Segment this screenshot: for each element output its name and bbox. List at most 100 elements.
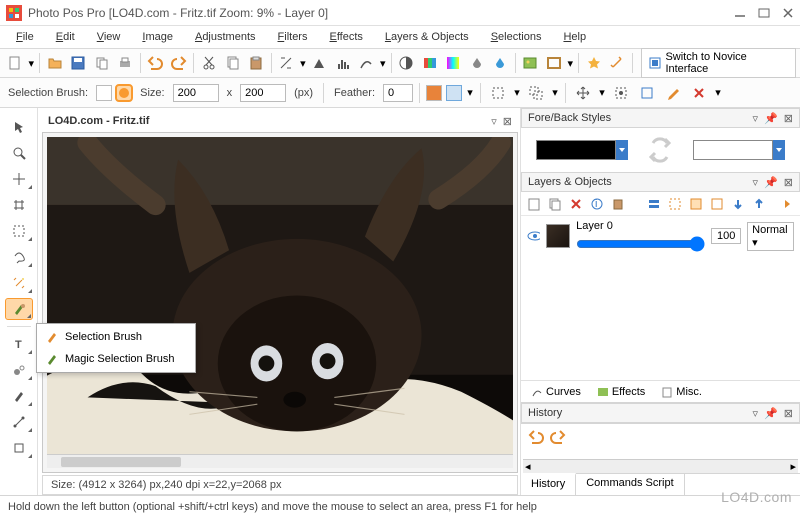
print-button[interactable] <box>114 52 135 74</box>
minimize-button[interactable] <box>734 8 746 18</box>
feather-input[interactable] <box>383 84 413 102</box>
tool-move[interactable] <box>5 168 33 190</box>
cut-button[interactable] <box>198 52 219 74</box>
frames-dropdown[interactable]: ▾ <box>566 57 574 70</box>
layer-delete-button[interactable] <box>567 195 585 213</box>
levels-button[interactable] <box>309 52 330 74</box>
foreback-collapse-icon[interactable]: ▿ <box>753 112 759 125</box>
tool-crop[interactable] <box>5 194 33 216</box>
new-dropdown[interactable]: ▾ <box>27 57 35 70</box>
layer-up-button[interactable] <box>750 195 768 213</box>
adjust-dropdown[interactable]: ▾ <box>299 57 307 70</box>
foreback-pin-icon[interactable]: 📌 <box>764 112 778 125</box>
subtab-misc[interactable]: Misc. <box>657 384 706 400</box>
new-button[interactable] <box>4 52 25 74</box>
layers-close-icon[interactable]: ⊠ <box>784 176 793 189</box>
save-button[interactable] <box>68 52 89 74</box>
mode-dropdown[interactable]: ▾ <box>466 86 474 99</box>
adjust-button[interactable] <box>276 52 297 74</box>
subtab-effects[interactable]: Effects <box>593 384 649 400</box>
layer-group2-button[interactable] <box>687 195 705 213</box>
menu-image[interactable]: Image <box>132 29 183 45</box>
layers-pin-icon[interactable]: 📌 <box>764 176 778 189</box>
layer-paste-button[interactable] <box>609 195 627 213</box>
subtab-curves[interactable]: Curves <box>527 384 585 400</box>
history-close-icon[interactable]: ⊠ <box>784 407 793 420</box>
redo-button[interactable] <box>168 52 189 74</box>
layer-props-button[interactable]: i <box>588 195 606 213</box>
brush-shape-circle[interactable] <box>116 85 132 101</box>
size-width-input[interactable] <box>173 84 219 102</box>
history-tab-history[interactable]: History <box>521 473 576 495</box>
doc-close-icon[interactable]: ⊠ <box>503 115 512 128</box>
menu-edit[interactable]: Edit <box>46 29 85 45</box>
tool-pointer[interactable] <box>5 116 33 138</box>
open-button[interactable] <box>44 52 65 74</box>
background-dropdown[interactable] <box>773 140 785 160</box>
curves-button[interactable] <box>356 52 377 74</box>
document-tab-label[interactable]: LO4D.com - Fritz.tif <box>42 113 155 129</box>
tool-marquee[interactable] <box>5 220 33 242</box>
sel-sub-dropdown[interactable]: ▾ <box>551 86 559 99</box>
layers-collapse-icon[interactable]: ▿ <box>753 176 759 189</box>
sel-delete-dropdown[interactable]: ▾ <box>714 86 722 99</box>
tool-zoom[interactable] <box>5 142 33 164</box>
maximize-button[interactable] <box>758 8 770 18</box>
tool-selection-brush[interactable] <box>5 298 33 320</box>
sel-crop-button[interactable] <box>636 82 658 104</box>
layer-down-button[interactable] <box>729 195 747 213</box>
picture-button[interactable] <box>520 52 541 74</box>
flyout-magic-selection-brush[interactable]: Magic Selection Brush <box>37 348 195 370</box>
frames-button[interactable] <box>543 52 564 74</box>
history-undo-button[interactable] <box>527 428 545 446</box>
layer-group3-button[interactable] <box>708 195 726 213</box>
history-pin-icon[interactable]: 📌 <box>764 407 778 420</box>
contrast-button[interactable] <box>396 52 417 74</box>
novice-switch[interactable]: Switch to Novice Interface <box>641 48 796 78</box>
sel-move-button[interactable] <box>572 82 594 104</box>
copy-clipboard-button[interactable] <box>222 52 243 74</box>
star-button[interactable] <box>583 52 604 74</box>
sel-sub-button[interactable] <box>525 82 547 104</box>
layer-row-0[interactable]: Layer 0 Normal ▾ <box>521 216 800 256</box>
tool-line[interactable] <box>5 411 33 433</box>
history-tab-commands[interactable]: Commands Script <box>576 474 684 495</box>
copy-button[interactable] <box>91 52 112 74</box>
undo-button[interactable] <box>145 52 166 74</box>
sel-wand-button[interactable] <box>610 82 632 104</box>
desaturate-button[interactable] <box>466 52 487 74</box>
tool-lasso[interactable] <box>5 246 33 268</box>
foreground-dropdown[interactable] <box>616 140 628 160</box>
curves-dropdown[interactable]: ▾ <box>379 57 387 70</box>
layer-new-button[interactable] <box>525 195 543 213</box>
mode-swatch-blue[interactable] <box>446 85 462 101</box>
layer-opacity-input[interactable] <box>711 228 741 244</box>
menu-help[interactable]: Help <box>553 29 596 45</box>
background-swatch[interactable] <box>693 140 773 160</box>
paste-button[interactable] <box>245 52 266 74</box>
magic-button[interactable] <box>607 52 628 74</box>
history-scrollbar[interactable]: ◂▸ <box>523 459 798 473</box>
sel-add-dropdown[interactable]: ▾ <box>513 86 521 99</box>
menu-selections[interactable]: Selections <box>481 29 552 45</box>
doc-collapse-icon[interactable]: ▿ <box>491 115 497 128</box>
menu-effects[interactable]: Effects <box>319 29 372 45</box>
flyout-selection-brush[interactable]: Selection Brush <box>37 326 195 348</box>
layer-visibility-icon[interactable] <box>527 228 540 244</box>
menu-adjustments[interactable]: Adjustments <box>185 29 266 45</box>
tool-brush[interactable] <box>5 385 33 407</box>
layer-dup-button[interactable] <box>546 195 564 213</box>
swap-colors-icon[interactable] <box>645 135 675 165</box>
mode-swatch-orange[interactable] <box>426 85 442 101</box>
sel-delete-button[interactable] <box>688 82 710 104</box>
layer-merge-button[interactable] <box>645 195 663 213</box>
sel-move-dropdown[interactable]: ▾ <box>598 86 606 99</box>
colorize-button[interactable] <box>489 52 510 74</box>
tool-text[interactable]: T <box>5 333 33 355</box>
horizontal-scrollbar[interactable] <box>47 454 513 468</box>
canvas[interactable] <box>47 137 513 454</box>
sel-add-button[interactable] <box>487 82 509 104</box>
brush-shape-square[interactable] <box>96 85 112 101</box>
layer-opacity-slider[interactable] <box>576 236 705 252</box>
tool-magic-wand[interactable] <box>5 272 33 294</box>
